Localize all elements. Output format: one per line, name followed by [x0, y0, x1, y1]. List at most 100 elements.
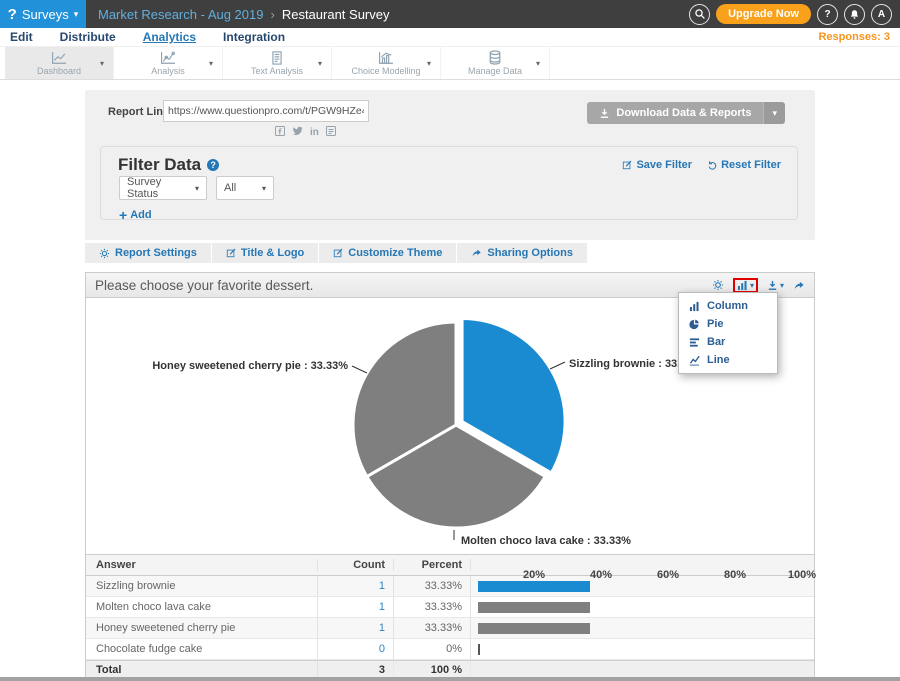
count-link[interactable]: 1: [379, 601, 385, 613]
chart-share-button[interactable]: [793, 280, 805, 291]
chevron-down-icon: ▾: [318, 59, 322, 68]
percent-cell: 0%: [394, 639, 471, 659]
menu-item-line[interactable]: Line: [679, 351, 777, 369]
plus-icon: +: [119, 207, 127, 223]
table-row: Chocolate fudge cake 0 0%: [86, 639, 814, 660]
breadcrumb-project[interactable]: Market Research - Aug 2019: [98, 7, 263, 22]
bar-horizontal-icon: [689, 337, 700, 348]
pie-chart-icon: [689, 319, 700, 330]
chart-type-button[interactable]: ▾: [737, 280, 754, 291]
percent-cell: 33.33%: [394, 576, 471, 596]
answer-cell: Molten choco lava cake: [86, 597, 318, 617]
line-chart-icon: [689, 355, 700, 366]
tab-title-logo[interactable]: Title & Logo: [212, 243, 318, 263]
total-percent: 100 %: [394, 661, 471, 678]
product-label: Surveys: [22, 7, 69, 22]
analysis-chart-icon: [159, 51, 177, 65]
share-arrow-icon: [793, 280, 805, 291]
count-link[interactable]: 0: [379, 643, 385, 655]
tab-report-settings[interactable]: Report Settings: [85, 243, 211, 263]
toolbar-item-analysis[interactable]: Analysis ▾: [114, 47, 223, 79]
reset-filter-button[interactable]: Reset Filter: [707, 159, 781, 171]
nav-item-integration[interactable]: Integration: [223, 30, 285, 44]
percent-bar: [478, 602, 590, 613]
callout-honey-cherry-pie: Honey sweetened cherry pie : 33.33%: [152, 360, 348, 372]
questionpro-logo-icon: ?: [8, 7, 17, 22]
total-label: Total: [86, 661, 318, 678]
percent-bar: [478, 644, 480, 655]
twitter-icon[interactable]: [292, 126, 303, 139]
help-button[interactable]: ?: [817, 4, 838, 25]
table-row: Honey sweetened cherry pie 1 33.33%: [86, 618, 814, 639]
download-icon: [599, 108, 610, 119]
callout-molten-choco: Molten choco lava cake : 33.33%: [461, 535, 631, 547]
breadcrumb-survey: Restaurant Survey: [282, 7, 390, 22]
edit-icon: [622, 160, 632, 170]
question-title: Please choose your favorite dessert.: [95, 278, 313, 293]
chevron-down-icon: ▾: [74, 9, 79, 20]
avatar[interactable]: A: [871, 4, 892, 25]
chevron-down-icon: ▾: [209, 59, 213, 68]
chevron-down-icon: ▾: [536, 59, 540, 68]
embed-icon[interactable]: [326, 126, 336, 139]
breadcrumb-separator: ›: [270, 7, 274, 22]
count-link[interactable]: 1: [379, 580, 385, 592]
report-link-input[interactable]: [163, 100, 369, 122]
chart-settings-button[interactable]: [712, 279, 724, 291]
chart-download-button[interactable]: ▾: [767, 280, 784, 291]
toolbar-item-manage-data[interactable]: Manage Data ▾: [441, 47, 550, 79]
percent-bar: [478, 623, 590, 634]
chevron-down-icon: ▾: [427, 59, 431, 68]
tab-customize-theme[interactable]: Customize Theme: [319, 243, 456, 263]
linkedin-icon[interactable]: in: [310, 128, 319, 138]
filter-data-section: Filter Data ? Save Filter Reset Filter S…: [100, 146, 798, 220]
surveys-menu[interactable]: ? Surveys ▾: [0, 0, 86, 28]
nav-item-edit[interactable]: Edit: [10, 30, 33, 44]
undo-icon: [707, 160, 717, 170]
report-link-label: Report Link: [108, 106, 169, 118]
questionpro-analytics-page: ? Surveys ▾ Market Research - Aug 2019 ›…: [0, 0, 900, 681]
table-row: Molten choco lava cake 1 33.33%: [86, 597, 814, 618]
top-bar: ? Surveys ▾ Market Research - Aug 2019 ›…: [0, 0, 900, 28]
responses-count[interactable]: Responses: 3: [818, 31, 890, 43]
download-data-reports-button[interactable]: Download Data & Reports ▾: [587, 102, 785, 124]
upgrade-now-button[interactable]: Upgrade Now: [716, 4, 811, 24]
facebook-icon[interactable]: [275, 126, 285, 139]
breadcrumb: Market Research - Aug 2019 › Restaurant …: [98, 7, 390, 22]
download-options-caret[interactable]: ▾: [763, 102, 785, 124]
filter-value-select[interactable]: All▾: [216, 176, 274, 200]
filter-field-select[interactable]: Survey Status▾: [119, 176, 207, 200]
callout-leader-left: [352, 366, 367, 373]
dashboard-chart-icon: [50, 51, 68, 65]
notifications-button[interactable]: [844, 4, 865, 25]
results-table-header: Answer Count Percent 20% 40% 60% 80% 100…: [86, 554, 814, 576]
bar-chart-icon: [737, 280, 748, 291]
filter-data-title: Filter Data ?: [118, 155, 219, 175]
chevron-down-icon: ▾: [195, 184, 199, 193]
header-count: Count: [318, 559, 394, 571]
database-icon: [487, 50, 503, 65]
text-analysis-icon: [268, 51, 286, 65]
bell-icon: [849, 9, 860, 20]
menu-item-pie[interactable]: Pie: [679, 315, 777, 333]
answer-cell: Chocolate fudge cake: [86, 639, 318, 659]
survey-nav: Edit Distribute Analytics Integration Re…: [0, 28, 900, 46]
answer-cell: Honey sweetened cherry pie: [86, 618, 318, 638]
header-answer: Answer: [86, 559, 318, 571]
toolbar-item-dashboard[interactable]: Dashboard ▾: [5, 47, 114, 79]
menu-item-bar[interactable]: Bar: [679, 333, 777, 351]
tab-sharing-options[interactable]: Sharing Options: [457, 243, 587, 263]
menu-item-column[interactable]: Column: [679, 297, 777, 315]
search-button[interactable]: [689, 4, 710, 25]
nav-item-analytics[interactable]: Analytics: [143, 30, 196, 44]
help-icon[interactable]: ?: [207, 159, 219, 171]
analytics-toolbar: Dashboard ▾ Analysis ▾ Text Analysis ▾ C…: [0, 46, 900, 80]
download-icon: [767, 280, 778, 291]
toolbar-item-text-analysis[interactable]: Text Analysis ▾: [223, 47, 332, 79]
add-filter-button[interactable]: + Add: [119, 207, 152, 223]
toolbar-item-choice-modelling[interactable]: Choice Modelling ▾: [332, 47, 441, 79]
save-filter-button[interactable]: Save Filter: [622, 159, 692, 171]
callout-leader-right: [550, 362, 565, 369]
count-link[interactable]: 1: [379, 622, 385, 634]
nav-item-distribute[interactable]: Distribute: [60, 30, 116, 44]
